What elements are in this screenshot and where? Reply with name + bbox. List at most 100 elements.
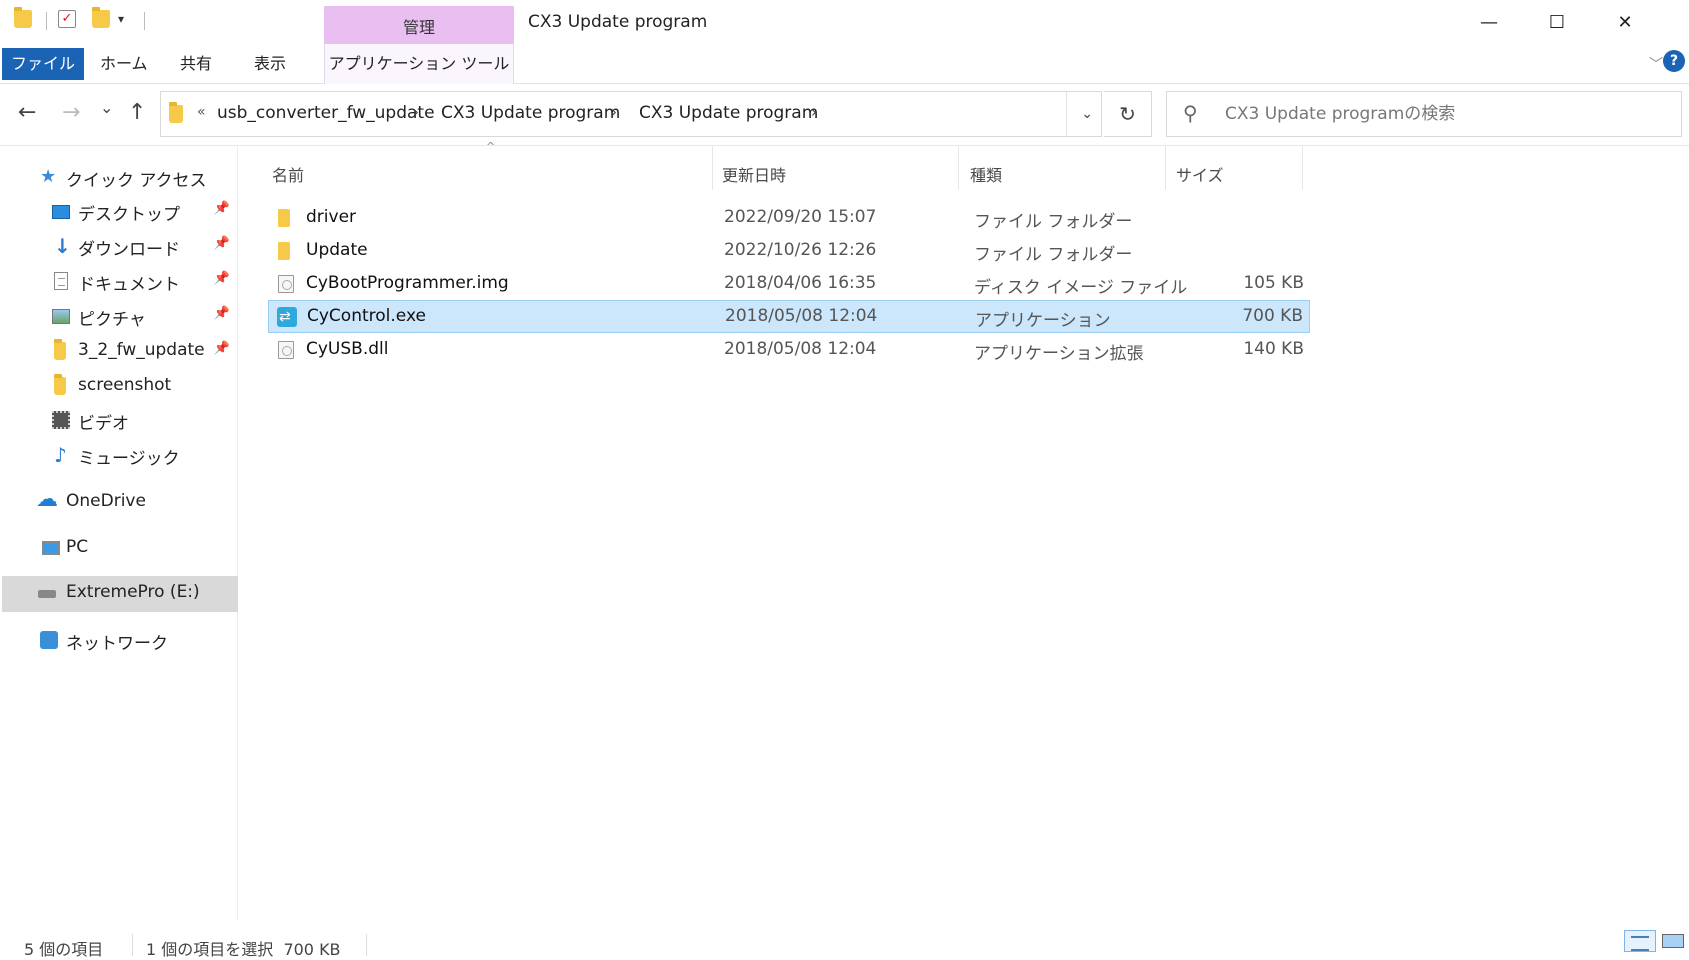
pictures-icon <box>52 309 70 324</box>
desktop-icon <box>52 205 70 219</box>
up-button[interactable]: ↑ <box>128 100 146 125</box>
tab-home[interactable]: ホーム <box>86 44 162 84</box>
pin-icon[interactable]: 📌 <box>214 271 230 286</box>
file-row[interactable]: Update 2022/10/26 12:26 ファイル フォルダー <box>268 235 1310 268</box>
sidebar-item-pictures[interactable]: ピクチャ 📌 <box>0 299 236 333</box>
back-button[interactable]: ← <box>18 100 36 125</box>
document-icon <box>54 272 68 290</box>
folder-icon <box>278 209 290 227</box>
column-divider[interactable] <box>1302 146 1303 190</box>
sidebar-item-screenshot[interactable]: screenshot <box>0 369 236 403</box>
sidebar-item-documents[interactable]: ドキュメント 📌 <box>0 264 236 298</box>
breadcrumb-item[interactable]: usb_converter_fw_update <box>217 103 435 123</box>
file-name: CyUSB.dll <box>306 339 389 359</box>
drive-icon <box>38 590 56 598</box>
column-divider[interactable] <box>712 146 713 190</box>
sidebar-item-onedrive[interactable]: ☁ OneDrive <box>0 485 236 519</box>
application-icon <box>277 307 297 327</box>
new-folder-icon[interactable] <box>92 7 110 28</box>
column-header-name[interactable]: 名前 <box>272 162 304 186</box>
file-date: 2022/10/26 12:26 <box>724 240 877 260</box>
close-button[interactable]: ✕ <box>1590 0 1660 44</box>
file-row[interactable]: CyUSB.dll 2018/05/08 12:04 アプリケーション拡張 14… <box>268 334 1310 367</box>
manage-context-tab[interactable]: 管理 <box>324 6 514 44</box>
divider <box>46 12 47 30</box>
star-icon: ★ <box>40 166 57 187</box>
column-divider[interactable] <box>1165 146 1166 190</box>
folder-icon <box>54 374 66 395</box>
details-view-button[interactable] <box>1624 930 1656 952</box>
tab-application-tools[interactable]: アプリケーション ツール <box>324 44 514 84</box>
column-header-date[interactable]: 更新日時 <box>722 162 786 186</box>
download-icon: ↓ <box>54 234 71 258</box>
file-name: CyBootProgrammer.img <box>306 273 509 293</box>
music-icon: ♪ <box>54 443 67 467</box>
tab-file[interactable]: ファイル <box>2 48 84 80</box>
sidebar-item-music[interactable]: ♪ ミュージック <box>0 438 236 472</box>
sidebar-item-label: ビデオ <box>78 414 129 434</box>
address-dropdown-button[interactable]: ⌄ <box>1066 92 1093 136</box>
address-bar[interactable]: « usb_converter_fw_update › CX3 Update p… <box>160 91 1102 137</box>
computer-icon <box>42 541 60 555</box>
pin-icon[interactable]: 📌 <box>214 341 230 356</box>
file-name: CyControl.exe <box>307 306 426 326</box>
sidebar-item-quick-access[interactable]: ★ クイック アクセス <box>0 160 236 194</box>
properties-icon[interactable]: ✓ <box>58 10 76 28</box>
maximize-button[interactable]: ☐ <box>1522 0 1592 44</box>
folder-icon[interactable] <box>14 7 32 28</box>
file-size: 105 KB <box>1243 273 1304 293</box>
folder-icon <box>54 339 66 360</box>
status-divider <box>366 934 367 956</box>
sidebar-item-pc[interactable]: PC <box>0 531 236 565</box>
sidebar-item-label: デスクトップ <box>78 205 180 225</box>
breadcrumb-item[interactable]: CX3 Update program <box>639 103 818 123</box>
sidebar-item-videos[interactable]: ビデオ <box>0 403 236 437</box>
file-row[interactable]: driver 2022/09/20 15:07 ファイル フォルダー <box>268 202 1310 235</box>
help-icon[interactable]: ? <box>1663 50 1685 72</box>
file-row-selected[interactable]: CyControl.exe 2018/05/08 12:04 アプリケーション … <box>268 300 1310 333</box>
sort-ascending-icon: ^ <box>486 140 496 153</box>
file-size: 140 KB <box>1243 339 1304 359</box>
network-icon <box>40 631 58 649</box>
chevron-right-icon[interactable]: › <box>611 103 617 121</box>
status-item-count: 5 個の項目 <box>24 940 104 959</box>
pin-icon[interactable]: 📌 <box>214 236 230 251</box>
pin-icon[interactable]: 📌 <box>214 306 230 321</box>
sidebar-item-label: ピクチャ <box>78 310 146 330</box>
divider <box>144 12 145 30</box>
sidebar-item-label: 3_2_fw_update <box>78 340 205 360</box>
chevron-right-icon[interactable]: › <box>811 103 817 121</box>
minimize-button[interactable]: — <box>1454 0 1524 44</box>
file-type: ディスク イメージ ファイル <box>974 278 1188 298</box>
forward-button[interactable]: → <box>62 100 80 125</box>
sidebar-item-label: ネットワーク <box>66 634 168 654</box>
tab-view[interactable]: 表示 <box>240 44 300 84</box>
sidebar-item-label: ダウンロード <box>78 240 180 260</box>
sidebar-item-desktop[interactable]: デスクトップ 📌 <box>0 194 236 228</box>
sidebar-item-extremepro[interactable]: ExtremePro (E:) <box>2 576 238 612</box>
file-type: アプリケーション <box>975 311 1111 331</box>
quick-access-toolbar-dropdown[interactable]: ▾ <box>118 12 124 26</box>
sidebar-item-3-2-fw-update[interactable]: 3_2_fw_update 📌 <box>0 334 236 368</box>
folder-icon <box>169 102 183 123</box>
column-divider[interactable] <box>958 146 959 190</box>
recent-locations-button[interactable]: ⌄ <box>100 98 113 117</box>
sidebar-item-network[interactable]: ネットワーク <box>0 623 236 657</box>
column-header-size[interactable]: サイズ <box>1176 162 1224 186</box>
sidebar-item-label: ドキュメント <box>78 275 180 295</box>
folder-icon <box>278 242 290 260</box>
chevron-right-icon[interactable]: › <box>413 103 419 121</box>
search-input[interactable] <box>1223 92 1663 136</box>
breadcrumb-overflow[interactable]: « <box>197 104 206 120</box>
large-icons-view-button[interactable] <box>1662 934 1684 948</box>
tab-share[interactable]: 共有 <box>166 44 226 84</box>
chevron-down-icon[interactable]: ﹀ <box>1649 54 1663 74</box>
file-row[interactable]: CyBootProgrammer.img 2018/04/06 16:35 ディ… <box>268 268 1310 301</box>
ribbon-tabs: ファイル ホーム 共有 表示 アプリケーション ツール <box>0 44 1689 84</box>
pin-icon[interactable]: 📌 <box>214 201 230 216</box>
search-box[interactable]: ⚲ <box>1166 91 1682 137</box>
refresh-button[interactable]: ↻ <box>1104 91 1152 137</box>
column-header-type[interactable]: 種類 <box>970 162 1002 186</box>
sidebar-item-downloads[interactable]: ↓ ダウンロード 📌 <box>0 229 236 263</box>
breadcrumb-item[interactable]: CX3 Update program <box>441 103 620 123</box>
